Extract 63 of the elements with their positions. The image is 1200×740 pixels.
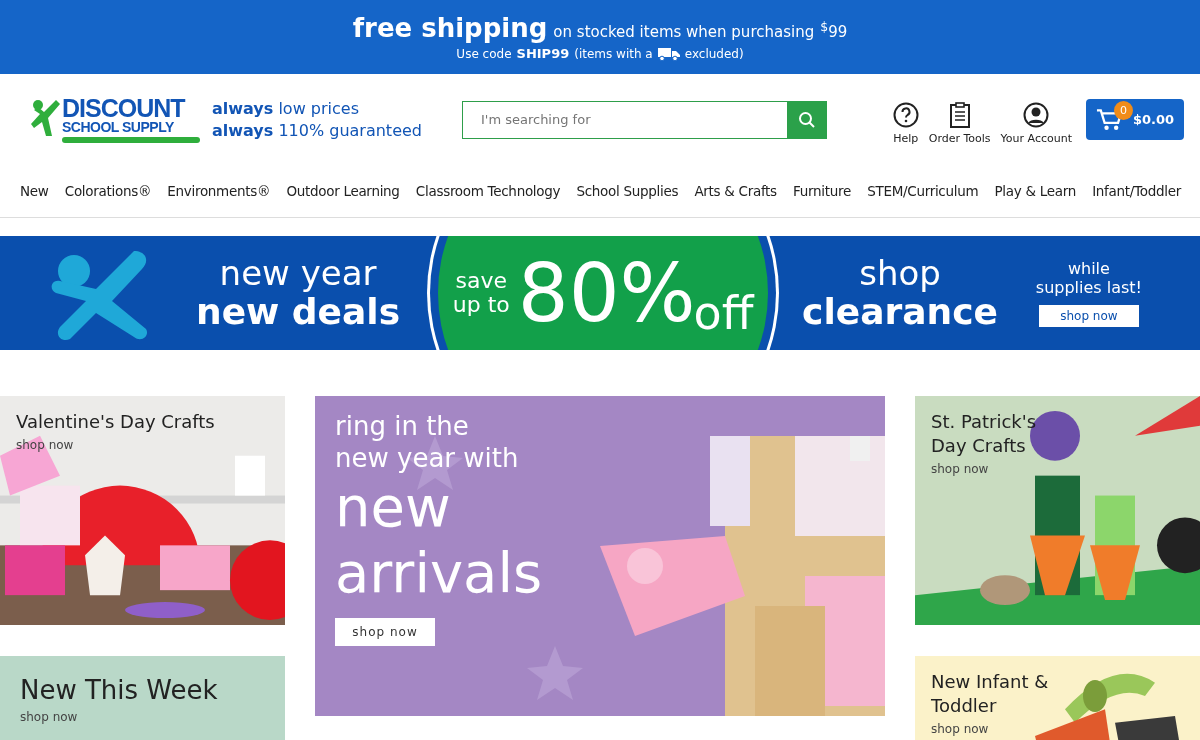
shop-now-link[interactable]: shop now [16,438,74,452]
promo-note: (items with a [574,46,653,61]
nav-link[interactable]: School Supplies [576,183,679,199]
banner-heading: clearance [802,291,998,332]
nav-link[interactable]: Outdoor Learning [286,183,400,199]
help-tool-button[interactable]: Help [888,102,923,145]
search-button[interactable] [788,100,827,139]
nav-link[interactable]: Arts & Crafts [694,183,777,199]
promo-code-text: Use code [456,46,512,61]
banner-heading: new deals [196,291,401,332]
banner-text: shop [859,254,941,292]
feature-heading: arrivals [335,540,543,606]
search-field[interactable]: I'm searching for [462,100,788,139]
nav-link[interactable]: Infant/Toddler [1092,183,1181,199]
promo-headline: free shipping [352,13,548,43]
shop-now-link[interactable]: shop now [931,722,989,736]
shop-now-link[interactable]: shop now [20,710,78,724]
nav-link[interactable]: Furniture [793,183,851,199]
nav-link[interactable]: Classroom Technology [415,183,561,199]
logo-figure-icon [30,98,62,138]
shop-now-link[interactable]: shop now [931,462,989,476]
nav-link[interactable]: Play & Learn [994,183,1076,199]
tile-title: Valentine's Day Crafts [16,410,215,434]
shop-now-button[interactable]: shop now [1038,305,1139,327]
category-tile[interactable]: New This Week shop now [0,656,285,740]
promo-detail: on stocked items when purchasing [553,23,815,41]
account-tool-button[interactable]: Your Account [996,102,1076,145]
order-tool-button[interactable]: Order Tools [924,102,995,145]
save-text: save [455,268,507,293]
tagline: always low prices [212,97,360,120]
nav-link[interactable]: Environments® [167,183,271,199]
promo-note: excluded) [684,46,744,61]
logo-wordmark[interactable]: DISCOUNT [62,96,185,120]
tile-title: St. Patrick's Day Crafts [931,410,1038,458]
logo-subtitle: SCHOOL SUPPLY [62,120,174,135]
promo-code: SHIP99 [516,46,570,61]
clipboard-icon [948,102,971,128]
tagline: always 110% guaranteed [212,119,422,142]
save-text: up to [452,293,510,318]
shop-now-button[interactable]: shop now [335,618,435,646]
account-icon [1023,102,1050,128]
truck-icon [657,46,680,61]
feature-subtitle: ring in the [335,410,469,442]
category-tile[interactable]: St. Patrick's Day Crafts shop now [915,396,1200,625]
category-tile[interactable]: New Infant & Toddler shop now [915,656,1200,740]
cart-button[interactable]: 0 $0.00 [1086,99,1184,140]
nav-link[interactable]: New [20,183,49,199]
new-arrivals-banner[interactable]: ring in the new year with new arrivals shop now [315,396,885,716]
discount-off: off [693,286,754,340]
tile-title: New This Week [20,674,218,706]
promo-amount: $^{$}$99 [820,19,848,41]
banner-note: while supplies last! [1034,259,1144,297]
feature-subtitle: new year with [335,442,519,474]
help-icon [892,102,919,128]
cart-count-badge: 0 [1114,101,1133,120]
feature-heading: new [335,474,451,540]
banner-text: new year [219,254,377,292]
tile-title: New Infant & Toddler [931,670,1050,718]
category-tile[interactable]: Valentine's Day Crafts shop now [0,396,285,625]
discount-percent: 80% [517,246,696,340]
search-icon [798,110,817,129]
nav-link[interactable]: STEM/Curriculum [867,183,979,199]
nav-link[interactable]: Colorations® [64,183,152,199]
